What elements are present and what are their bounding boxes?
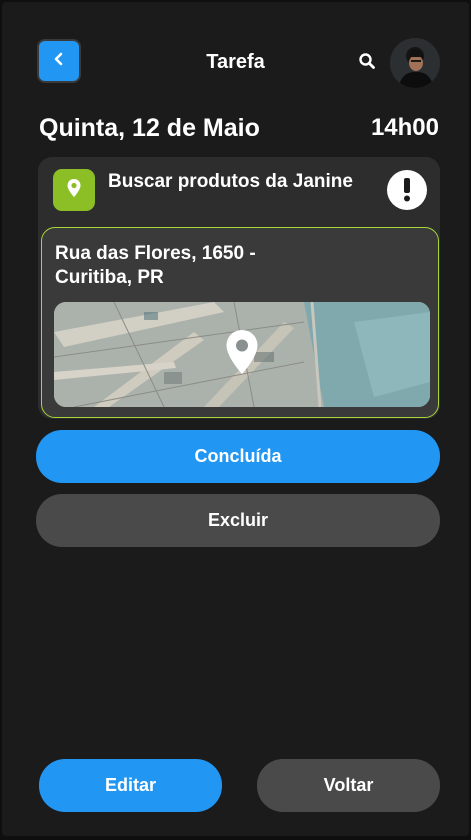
task-date: Quinta, 12 de Maio (39, 114, 260, 142)
map-preview[interactable] (54, 302, 430, 407)
complete-button[interactable]: Concluída (36, 430, 440, 483)
return-button[interactable]: Voltar (257, 759, 440, 812)
edit-button[interactable]: Editar (39, 759, 222, 812)
search-button[interactable] (356, 52, 378, 74)
location-box: Rua das Flores, 1650 - Curitiba, PR (41, 227, 439, 418)
map-pin-icon (225, 329, 259, 380)
avatar[interactable] (390, 38, 440, 88)
task-title: Buscar produtos da Janine (108, 171, 353, 192)
user-photo (390, 38, 440, 88)
exclamation-icon[interactable] (387, 170, 427, 210)
task-address: Rua das Flores, 1650 - Curitiba, PR (55, 243, 256, 288)
task-screen: Tarefa Quinta, 12 de Maio 14h00 Buscar p… (2, 2, 469, 836)
location-pin-icon (66, 178, 82, 203)
delete-button[interactable]: Excluir (36, 494, 440, 547)
category-badge (53, 169, 95, 211)
search-icon (358, 52, 376, 75)
task-time: 14h00 (370, 114, 439, 141)
